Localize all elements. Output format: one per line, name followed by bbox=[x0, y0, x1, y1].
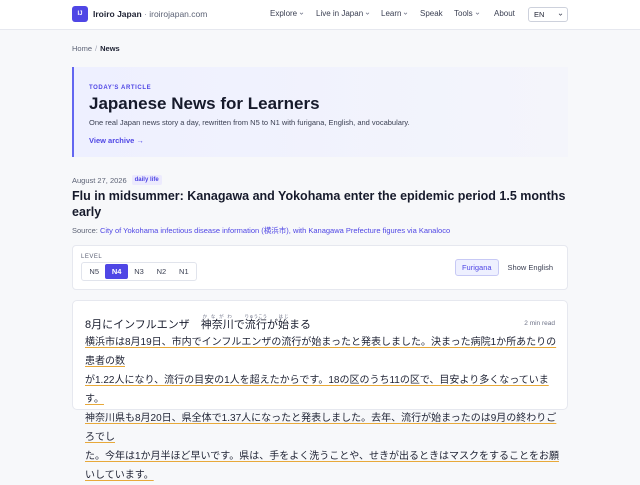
title-word: が bbox=[267, 319, 279, 331]
source-label: Source: bbox=[72, 226, 100, 235]
reading-controls: LEVEL N5 N4 N3 N2 N1 Furigana Show Engli… bbox=[72, 245, 568, 290]
furigana-toggle[interactable]: Furigana bbox=[454, 259, 499, 276]
display-toggles: Furigana Show English bbox=[454, 259, 559, 276]
view-archive-link[interactable]: View archive → bbox=[89, 136, 144, 145]
title-word: で bbox=[233, 319, 245, 331]
chevron-down-icon bbox=[558, 12, 563, 17]
article-line[interactable]: 横浜市は8月19日、市内でインフルエンザの流行が始まったと発表しました。決まった… bbox=[85, 333, 559, 371]
title-word: 流行りゅうこう bbox=[244, 314, 268, 331]
hero-description: One real Japan news story a day, rewritt… bbox=[89, 118, 410, 127]
show-english-toggle[interactable]: Show English bbox=[502, 259, 559, 276]
article-japanese-title: 8月にインフルエンザ 神奈川かながわで流行りゅうこうが始はじまる bbox=[85, 314, 311, 332]
language-select[interactable]: EN bbox=[528, 7, 568, 22]
nav-about-label: About bbox=[494, 9, 515, 18]
nav-about[interactable]: About bbox=[494, 9, 515, 18]
nav-explore[interactable]: Explore bbox=[270, 9, 304, 18]
nav-live-in-japan[interactable]: Live in Japan bbox=[316, 9, 370, 18]
brand[interactable]: Iroiro Japan · iroirojapan.com bbox=[93, 9, 207, 19]
nav-tools-label: Tools bbox=[454, 9, 473, 18]
level-n5-button[interactable]: N5 bbox=[83, 264, 105, 279]
breadcrumb: Home / News bbox=[72, 44, 120, 53]
brand-domain: iroirojapan.com bbox=[149, 9, 208, 19]
article-date: August 27, 2026 bbox=[72, 175, 127, 185]
level-selector: N5 N4 N3 N2 N1 bbox=[81, 262, 197, 281]
level-n2-button[interactable]: N2 bbox=[150, 264, 172, 279]
title-prefix: 8月にインフルエンザ bbox=[85, 319, 201, 331]
article-line[interactable]: が1.22人になり、流行の目安の1人を超えたからです。18の区のうち11の区で、… bbox=[85, 371, 559, 409]
article-date-line: August 27, 2026 daily life bbox=[72, 175, 162, 185]
site-logo[interactable]: IJ bbox=[72, 6, 88, 22]
breadcrumb-current: News bbox=[100, 44, 120, 53]
top-header: IJ Iroiro Japan · iroirojapan.com Explor… bbox=[0, 0, 640, 30]
chevron-down-icon bbox=[475, 11, 480, 16]
breadcrumb-separator: / bbox=[95, 44, 98, 53]
chevron-down-icon bbox=[365, 11, 370, 16]
title-word: 神奈川かながわ bbox=[200, 314, 234, 331]
language-value: EN bbox=[534, 10, 545, 19]
category-tag[interactable]: daily life bbox=[131, 175, 162, 185]
todays-article-hero: TODAY'S ARTICLE Japanese News for Learne… bbox=[72, 67, 568, 157]
article-line[interactable]: た。今年は1か月半ほど早いです。県は、手をよく洗うことや、せきが出るときはマスク… bbox=[85, 447, 559, 485]
nav-learn-label: Learn bbox=[381, 9, 402, 18]
level-n4-button[interactable]: N4 bbox=[105, 264, 128, 279]
brand-name: Iroiro Japan bbox=[93, 9, 142, 19]
level-n3-button[interactable]: N3 bbox=[128, 264, 150, 279]
nav-speak[interactable]: Speak bbox=[420, 9, 443, 18]
breadcrumb-home[interactable]: Home bbox=[72, 44, 92, 53]
level-n1-button[interactable]: N1 bbox=[173, 264, 195, 279]
nav-speak-label: Speak bbox=[420, 9, 443, 18]
title-word: まる bbox=[289, 319, 312, 331]
article-line[interactable]: 神奈川県も8月20日、県全体で1.37人になったと発表しました。去年、流行が始ま… bbox=[85, 409, 559, 447]
chevron-down-icon bbox=[299, 11, 304, 16]
source-link[interactable]: City of Yokohama infectious disease info… bbox=[100, 226, 450, 235]
article-source: Source: City of Yokohama infectious dise… bbox=[72, 225, 450, 236]
nav-learn[interactable]: Learn bbox=[381, 9, 408, 18]
article-headline: Flu in midsummer: Kanagawa and Yokohama … bbox=[72, 189, 566, 219]
title-word: 始はじ bbox=[278, 314, 290, 331]
hero-kicker: TODAY'S ARTICLE bbox=[89, 85, 152, 91]
nav-explore-label: Explore bbox=[270, 9, 298, 18]
hero-title: Japanese News for Learners bbox=[89, 94, 320, 113]
nav-tools[interactable]: Tools bbox=[454, 9, 480, 18]
nav-live-in-japan-label: Live in Japan bbox=[316, 9, 364, 18]
chevron-down-icon bbox=[403, 11, 408, 16]
read-time: 2 min read bbox=[524, 320, 555, 327]
article-card: 8月にインフルエンザ 神奈川かながわで流行りゅうこうが始はじまる 2 min r… bbox=[72, 300, 568, 481]
article-body: 横浜市は8月19日、市内でインフルエンザの流行が始まったと発表しました。決まった… bbox=[85, 333, 559, 485]
level-label: LEVEL bbox=[81, 254, 103, 260]
